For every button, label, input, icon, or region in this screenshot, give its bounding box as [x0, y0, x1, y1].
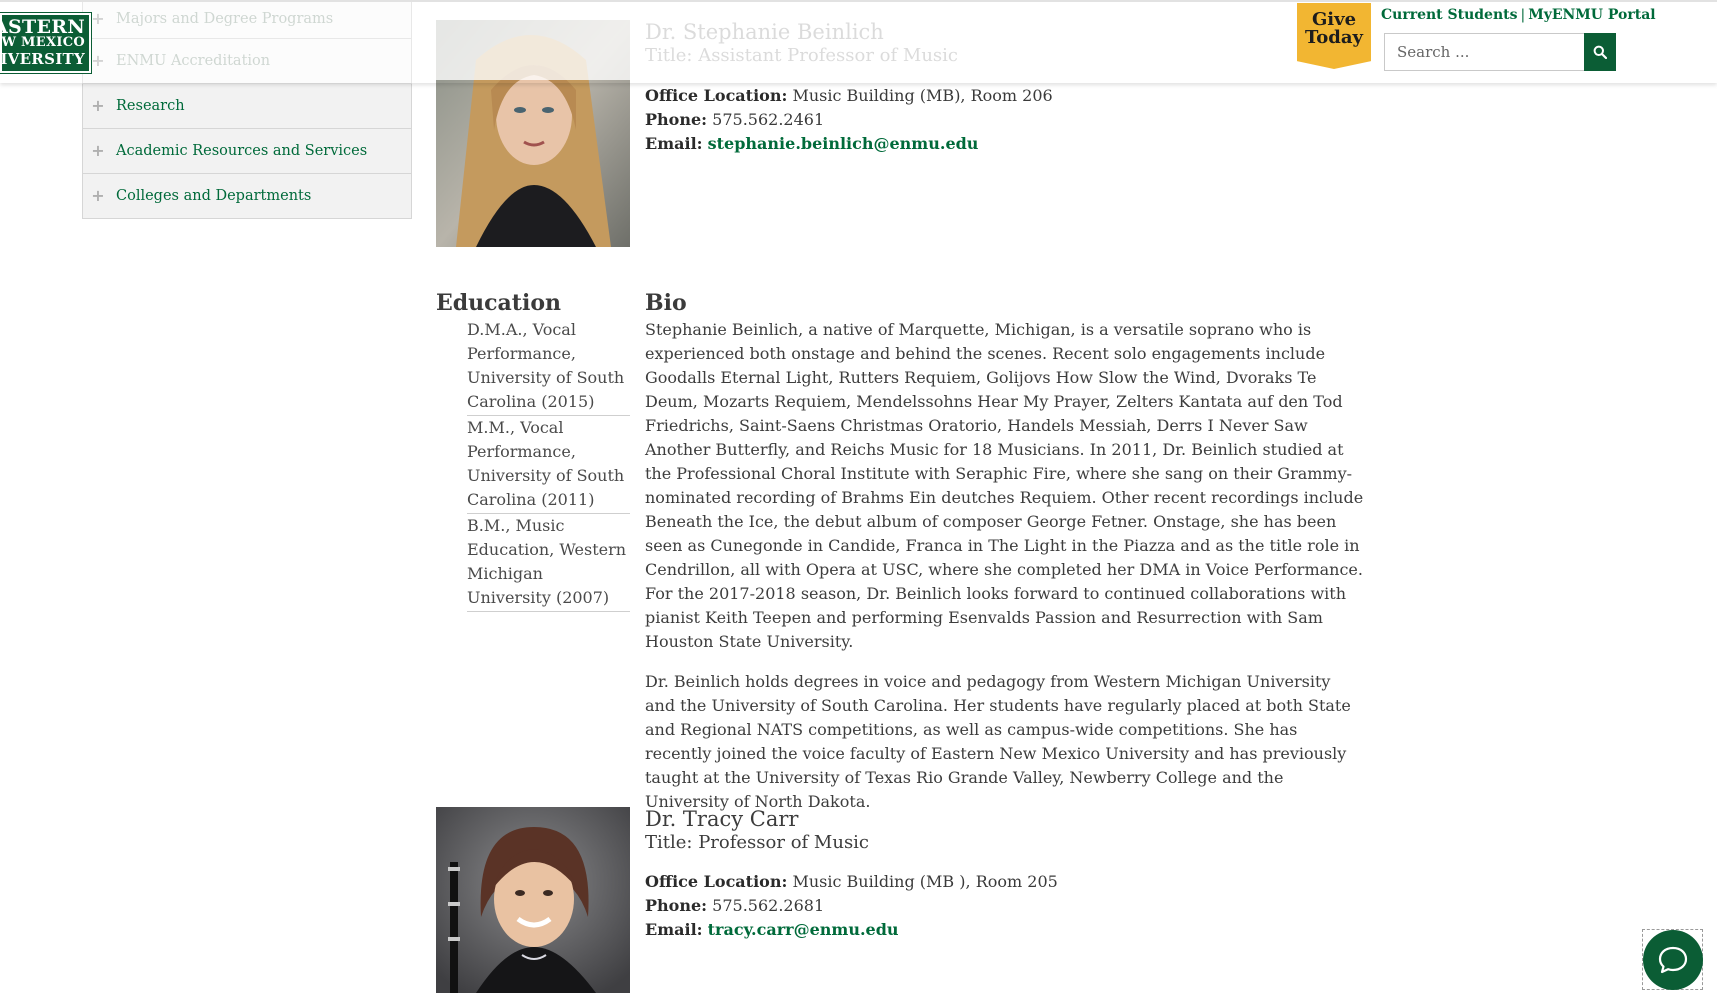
- plus-icon: +: [91, 51, 105, 70]
- bio-text: Stephanie Beinlich, a native of Marquett…: [645, 318, 1365, 830]
- profile-name: Dr. Tracy Carr: [645, 807, 799, 831]
- bio-paragraph: Dr. Beinlich holds degrees in voice and …: [645, 672, 1351, 811]
- search-button[interactable]: [1584, 33, 1616, 71]
- profile-photo-carr: [436, 807, 630, 993]
- sidebar-nav: + Majors and Degree Programs + ENMU Accr…: [82, 0, 412, 219]
- office-location: Office Location: Music Building (MB ), R…: [645, 872, 1058, 891]
- sidebar-item-label: Academic Resources and Services: [116, 143, 368, 159]
- sidebar-item-label: Research: [116, 98, 185, 114]
- education-list: D.M.A., Vocal Performance, University of…: [467, 318, 630, 612]
- plus-icon: +: [91, 186, 105, 205]
- education-item: M.M., Vocal Performance, University of S…: [467, 416, 630, 514]
- education-item: B.M., Music Education, Western Michigan …: [467, 514, 630, 612]
- sidebar-item-colleges[interactable]: + Colleges and Departments: [82, 174, 412, 219]
- phone: Phone: 575.562.2681: [645, 896, 825, 915]
- profile-contact: Office Location: Music Building (MB), Ro…: [645, 84, 1053, 156]
- plus-icon: +: [91, 96, 105, 115]
- office-location: Office Location: Music Building (MB), Ro…: [645, 86, 1053, 105]
- bio-paragraph: Stephanie Beinlich, a native of Marquett…: [645, 320, 1364, 651]
- email: Email: stephanie.beinlich@enmu.edu: [645, 134, 979, 153]
- chat-button[interactable]: [1643, 930, 1703, 990]
- myenmu-portal-link[interactable]: MyENMU Portal: [1528, 7, 1655, 23]
- email-link[interactable]: stephanie.beinlich@enmu.edu: [708, 134, 979, 153]
- sidebar-item-academic-resources[interactable]: + Academic Resources and Services: [82, 129, 412, 174]
- plus-icon: +: [91, 9, 105, 28]
- sidebar-item-accreditation[interactable]: + ENMU Accreditation: [82, 39, 412, 84]
- plus-icon: +: [91, 141, 105, 160]
- education-heading: Education: [436, 290, 561, 316]
- search-icon: [1593, 45, 1607, 59]
- profile-photo-beinlich: [436, 20, 630, 247]
- profile-contact: Office Location: Music Building (MB ), R…: [645, 870, 1058, 942]
- email-link[interactable]: tracy.carr@enmu.edu: [708, 920, 899, 939]
- education-item: D.M.A., Vocal Performance, University of…: [467, 318, 630, 416]
- bio-heading: Bio: [645, 290, 687, 316]
- link-separator: |: [1520, 7, 1526, 23]
- utility-links: Current Students | MyENMU Portal: [1381, 7, 1656, 23]
- search-input[interactable]: [1384, 33, 1584, 71]
- profile-title: Title: Assistant Professor of Music: [645, 45, 958, 66]
- email: Email: tracy.carr@enmu.edu: [645, 920, 899, 939]
- give-today-button[interactable]: Give Today: [1297, 3, 1371, 69]
- university-logo[interactable]: EASTERN NEW MEXICO UNIVERSITY: [0, 12, 92, 74]
- current-students-link[interactable]: Current Students: [1381, 7, 1517, 23]
- profile-title: Title: Professor of Music: [645, 832, 870, 853]
- sidebar-item-label: ENMU Accreditation: [116, 53, 271, 69]
- chat-icon: [1658, 946, 1688, 974]
- sidebar-item-majors[interactable]: + Majors and Degree Programs: [82, 0, 412, 39]
- phone: Phone: 575.562.2461: [645, 110, 825, 129]
- sidebar-item-research[interactable]: + Research: [82, 84, 412, 129]
- sidebar-item-label: Colleges and Departments: [116, 188, 312, 204]
- search-form: [1384, 33, 1616, 71]
- profile-name: Dr. Stephanie Beinlich: [645, 20, 884, 44]
- sidebar-item-label: Majors and Degree Programs: [116, 11, 334, 27]
